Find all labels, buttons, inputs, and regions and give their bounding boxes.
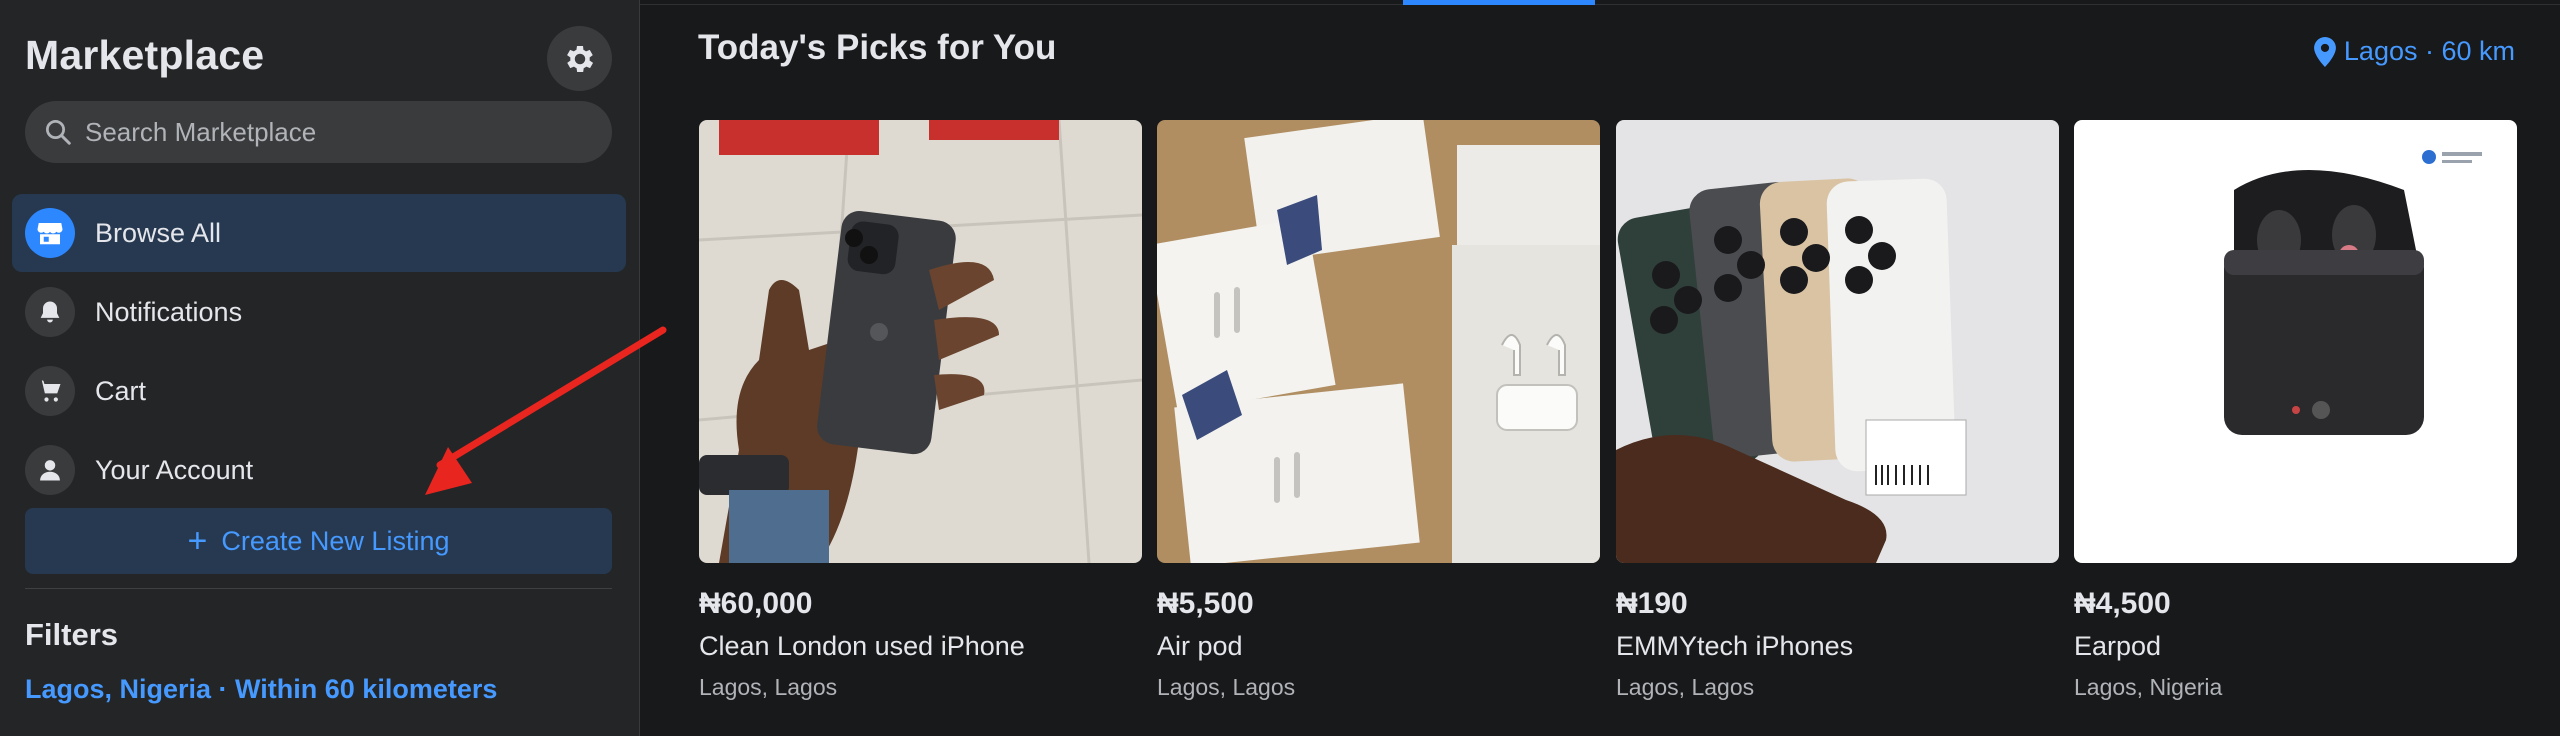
search-input[interactable]	[85, 116, 585, 148]
listing-card[interactable]: ₦190 EMMYtech iPhones Lagos, Lagos	[1616, 120, 2059, 701]
listing-location: Lagos, Lagos	[1616, 674, 1755, 700]
listing-title: EMMYtech iPhones	[1616, 631, 1854, 661]
sidebar-item-label: Browse All	[95, 217, 222, 248]
iphone-in-hand-photo[interactable]	[699, 120, 1142, 563]
bell-icon	[40, 301, 60, 323]
location-pin-icon	[2313, 36, 2336, 67]
gear-icon	[566, 45, 593, 72]
iphones-fanned-photo[interactable]	[1616, 120, 2059, 563]
sidebar-item-label: Notifications	[95, 296, 243, 327]
listing-title: Clean London used iPhone	[699, 631, 1025, 661]
create-new-listing-button[interactable]: + Create New Listing	[25, 508, 612, 574]
create-listing-label: Create New Listing	[221, 525, 450, 556]
sidebar-title: Marketplace	[25, 32, 265, 78]
listing-price: ₦4,500	[2074, 587, 2171, 620]
active-tab-indicator	[1403, 0, 1595, 5]
location-label: Lagos · 60 km	[2343, 36, 2515, 66]
listing-price: ₦5,500	[1157, 587, 1254, 620]
marketplace-sidebar: Marketplace Browse All Notifications	[0, 0, 667, 736]
listing-title: Earpod	[2074, 631, 2162, 661]
earbuds-case-photo[interactable]	[2074, 120, 2517, 563]
sidebar-item-label: Your Account	[95, 454, 254, 485]
cart-icon	[38, 380, 61, 402]
annotation-arrow	[425, 326, 667, 495]
listing-price: ₦60,000	[699, 587, 813, 620]
location-filter-link[interactable]: Lagos · 60 km	[2313, 36, 2515, 67]
listing-location: Lagos, Lagos	[699, 674, 838, 700]
person-icon	[40, 460, 60, 481]
top-divider	[640, 4, 2560, 5]
sidebar-item-label: Cart	[95, 375, 147, 406]
page-title: Today's Picks for You	[698, 28, 1057, 67]
settings-button[interactable]	[547, 26, 612, 91]
plus-icon: +	[187, 522, 208, 560]
filters-location-link[interactable]: Lagos, Nigeria · Within 60 kilometers	[25, 674, 497, 705]
listing-title: Air pod	[1157, 631, 1243, 661]
listing-card[interactable]: ₦60,000 Clean London used iPhone Lagos, …	[699, 120, 1142, 701]
storefront-icon	[37, 223, 63, 245]
sidebar-divider	[25, 588, 612, 589]
listing-card[interactable]: ₦5,500 Air pod Lagos, Lagos	[1157, 120, 1600, 701]
search-icon	[46, 120, 71, 145]
listing-card[interactable]: ₦4,500 Earpod Lagos, Nigeria	[2074, 120, 2517, 701]
search-marketplace-box[interactable]	[25, 101, 612, 163]
listing-location: Lagos, Lagos	[1157, 674, 1296, 700]
filters-heading: Filters	[25, 617, 119, 652]
listing-price: ₦190	[1616, 587, 1688, 620]
airpods-boxes-photo[interactable]	[1157, 120, 1600, 563]
listing-location: Lagos, Nigeria	[2074, 674, 2223, 700]
sidebar-item-browse-all[interactable]: Browse All	[12, 194, 626, 272]
